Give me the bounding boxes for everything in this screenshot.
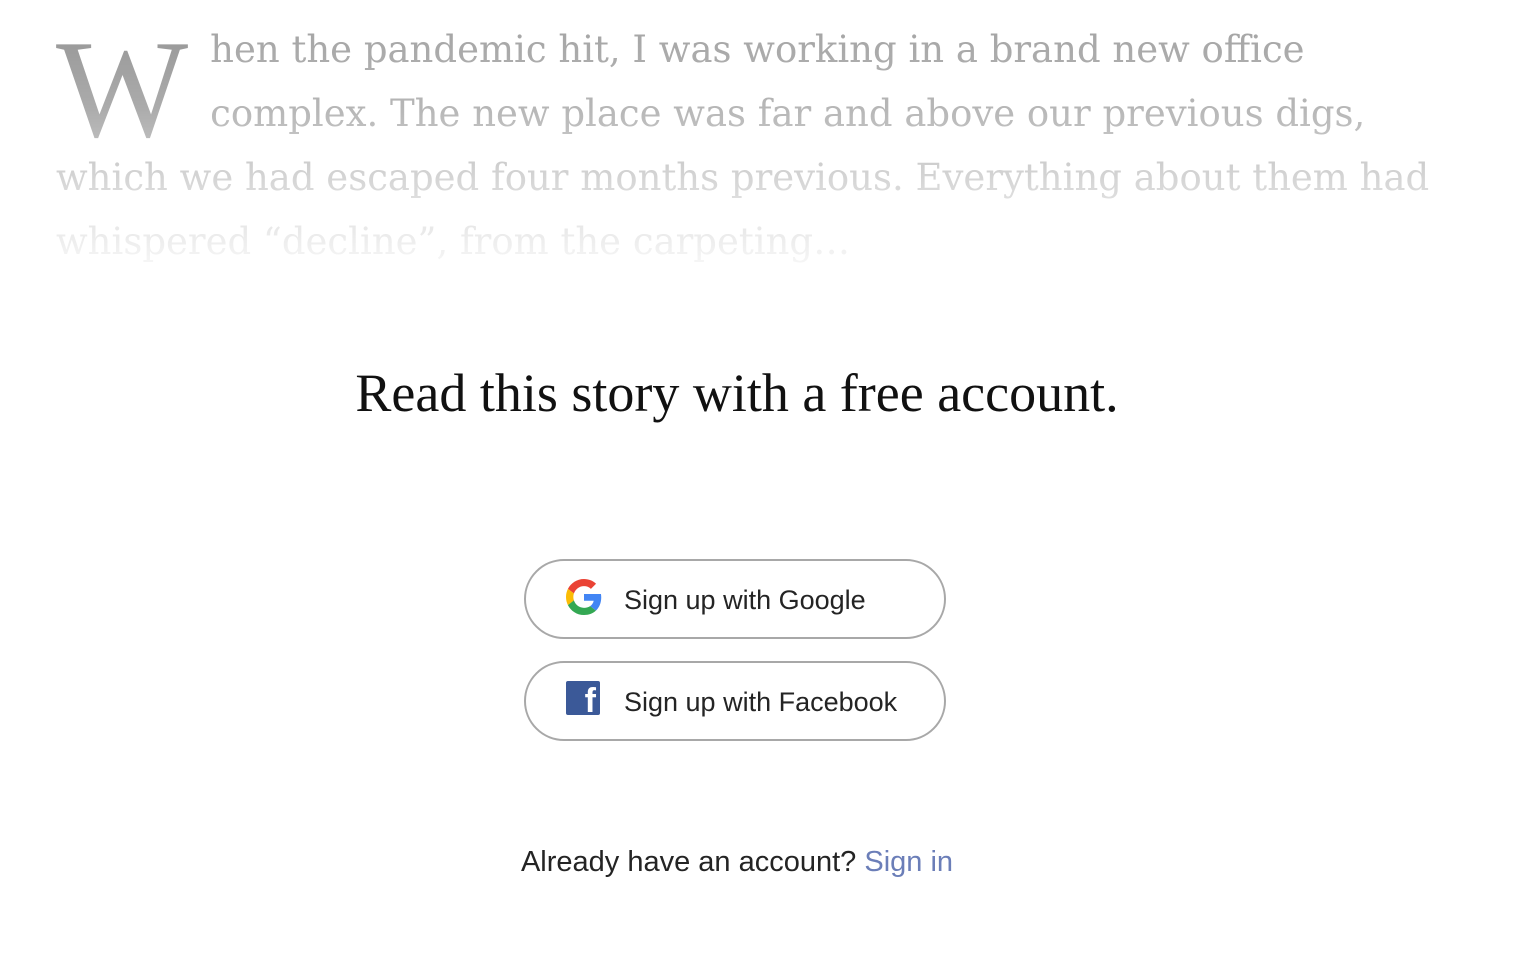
signin-prompt: Already have an account? — [520, 846, 865, 878]
sign-up-facebook-button[interactable]: f Sign up with Facebook — [524, 661, 946, 741]
sign-up-google-label: Sign up with Google — [624, 585, 866, 615]
facebook-glyph: f — [584, 682, 596, 715]
google-icon — [566, 579, 602, 615]
facebook-icon: f — [566, 681, 602, 717]
story-preview-text: hen the pandemic hit, I was working in a… — [56, 28, 1430, 263]
drop-cap: W — [56, 12, 189, 167]
facebook-logo: f — [566, 681, 600, 715]
sign-up-google-button[interactable]: Sign up with Google — [524, 559, 946, 639]
sign-up-facebook-label: Sign up with Facebook — [624, 687, 898, 717]
signin-row: Already have an account? Sign in — [0, 846, 1474, 879]
signup-headline: Read this story with a free account. — [355, 363, 1119, 423]
sign-in-link[interactable]: Sign in — [864, 846, 953, 878]
story-preview: W hen the pandemic hit, I was working in… — [56, 18, 1436, 274]
